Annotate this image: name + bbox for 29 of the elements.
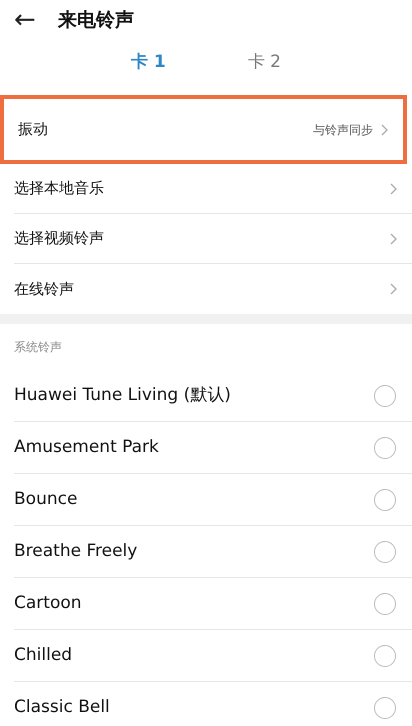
- menu-item[interactable]: 选择视频铃声: [14, 227, 382, 250]
- page-title: 来电铃声: [58, 8, 134, 33]
- radio-button[interactable]: [374, 592, 396, 614]
- radio-button[interactable]: [374, 384, 396, 406]
- radio-button[interactable]: [374, 540, 396, 562]
- sim-tab[interactable]: 卡 2: [242, 50, 287, 76]
- chevron-right-icon: [390, 283, 398, 295]
- section-title: 系统铃声: [13, 339, 63, 356]
- ringtone-name: Chilled: [14, 644, 74, 667]
- ringtone-name: Huawei Tune Living (默认): [14, 384, 232, 407]
- menu-item[interactable]: 在线铃声: [14, 278, 382, 300]
- ringtone-name: Classic Bell: [14, 696, 111, 719]
- back-button[interactable]: ←: [14, 7, 36, 33]
- chevron-right-icon: [390, 182, 398, 194]
- vibration-label: 振动: [18, 119, 49, 140]
- chevron-right-icon: [381, 124, 389, 136]
- radio-button[interactable]: [374, 644, 396, 666]
- menu-item[interactable]: 选择本地音乐: [14, 177, 382, 200]
- sim-tab[interactable]: 卡 1: [125, 50, 172, 76]
- ringtone-name: Cartoon: [14, 592, 83, 615]
- vibration-row[interactable]: 振动 与铃声同步: [0, 95, 407, 164]
- ringtone-name: Bounce: [14, 488, 78, 511]
- ringtone-name: Amusement Park: [14, 436, 160, 459]
- chevron-right-icon: [390, 232, 398, 244]
- ringtone-name: Breathe Freely: [14, 540, 138, 563]
- radio-button[interactable]: [374, 488, 396, 510]
- vibration-value: 与铃声同步: [313, 122, 373, 138]
- radio-button[interactable]: [374, 436, 396, 458]
- radio-button[interactable]: [374, 696, 396, 718]
